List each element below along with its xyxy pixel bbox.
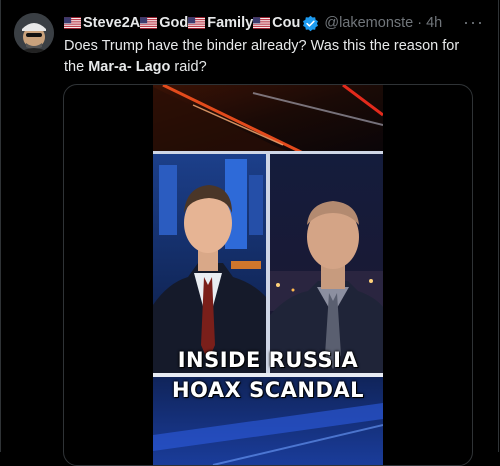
- verified-badge-icon: [303, 15, 319, 31]
- separator-dot: ·: [417, 15, 423, 31]
- us-flag-icon: [253, 17, 271, 29]
- timestamp[interactable]: 4h: [426, 15, 442, 31]
- display-name[interactable]: Steve2A God Family Cou: [64, 15, 300, 31]
- us-flag-icon: [188, 17, 206, 29]
- user-handle[interactable]: @lakemonste: [324, 15, 413, 31]
- tweet-text: Does Trump have the binder already? Was …: [64, 36, 474, 78]
- avatar-image: [14, 13, 54, 53]
- name-part: God: [159, 15, 189, 31]
- media-card[interactable]: INSIDE RUSSIA HOAX SCANDAL: [63, 84, 473, 466]
- name-part: Family: [207, 15, 254, 31]
- video-caption-line-1: INSIDE RUSSIA: [177, 348, 359, 372]
- more-options-icon[interactable]: ···: [463, 12, 484, 32]
- tweet-header: Steve2A God Family Cou @lakemonste · 4h …: [64, 12, 486, 34]
- video-frame: [153, 85, 383, 465]
- tweet-text-bold: Mar-a- Lago: [88, 59, 171, 75]
- us-flag-icon: [64, 17, 81, 29]
- name-part: Steve2A: [83, 15, 141, 31]
- video-player[interactable]: INSIDE RUSSIA HOAX SCANDAL: [153, 85, 383, 465]
- us-flag-icon: [140, 17, 158, 29]
- video-caption-line-2: HOAX SCANDAL: [171, 378, 365, 402]
- tweet-text-suffix: raid?: [170, 59, 207, 75]
- name-part: Cou: [272, 15, 301, 31]
- avatar[interactable]: [14, 13, 54, 53]
